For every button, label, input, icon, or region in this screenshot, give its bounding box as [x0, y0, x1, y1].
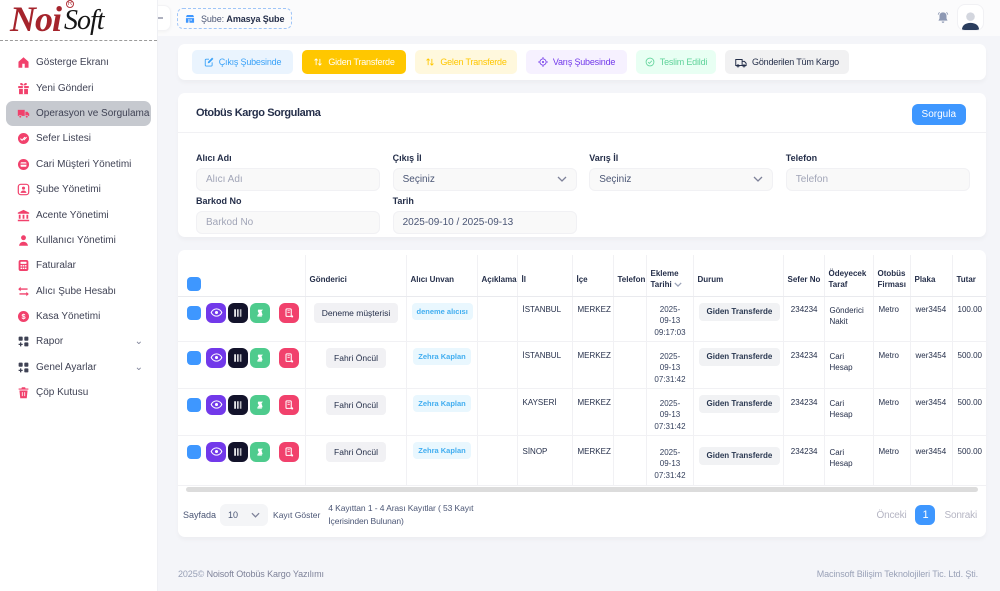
svg-text:$: $: [21, 312, 25, 321]
